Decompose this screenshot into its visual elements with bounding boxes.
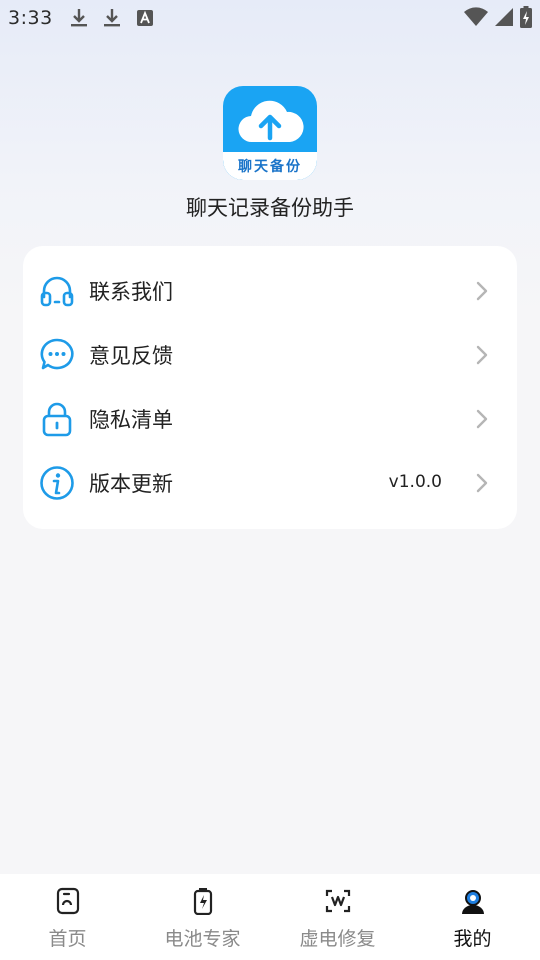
download-icon	[103, 8, 121, 32]
info-icon	[40, 466, 74, 500]
battery-charging-icon	[520, 6, 532, 32]
nav-label: 我的	[453, 928, 492, 950]
status-bar: 3:33	[0, 0, 540, 36]
chat-bubble-icon	[40, 338, 74, 370]
chevron-right-icon	[476, 281, 488, 301]
signal-icon	[494, 7, 514, 31]
app-name: 聊天记录备份助手	[186, 196, 354, 220]
logo-text: 聊天备份	[238, 159, 302, 175]
profile-icon	[462, 890, 484, 914]
nav-tab-mine[interactable]: 我的	[405, 874, 540, 960]
chevron-right-icon	[476, 409, 488, 429]
battery-icon	[193, 888, 213, 915]
headset-icon	[40, 276, 74, 307]
nav-label: 电池专家	[164, 928, 241, 950]
app-logo: 聊天备份	[223, 86, 317, 180]
scan-repair-icon	[325, 889, 351, 913]
bottom-navigation: 首页 电池专家 虚电修复 我的	[0, 874, 540, 960]
a-notification-icon	[137, 10, 153, 30]
status-time: 3:33	[8, 7, 53, 29]
nav-label: 虚电修复	[299, 928, 376, 950]
menu-item-version-update[interactable]: 版本更新 v1.0.0	[23, 451, 517, 515]
settings-menu-card: 联系我们 意见反馈 隐私清单 版本更新 v1.0.0	[23, 246, 517, 529]
menu-item-feedback[interactable]: 意见反馈	[23, 323, 517, 387]
nav-tab-battery-expert[interactable]: 电池专家	[135, 874, 270, 960]
menu-label: 联系我们	[89, 280, 173, 304]
wifi-icon	[464, 7, 488, 31]
home-icon	[56, 887, 80, 915]
menu-item-contact-us[interactable]: 联系我们	[23, 259, 517, 323]
logo-band: 聊天备份	[223, 152, 317, 180]
menu-label: 版本更新	[89, 472, 173, 496]
nav-tab-virtual-repair[interactable]: 虚电修复	[270, 874, 405, 960]
cloud-upload-icon	[238, 100, 304, 143]
download-icon	[70, 8, 88, 32]
nav-label: 首页	[48, 928, 87, 950]
version-value: v1.0.0	[388, 472, 442, 492]
chevron-right-icon	[476, 473, 488, 493]
menu-label: 隐私清单	[89, 408, 173, 432]
chevron-right-icon	[476, 345, 488, 365]
nav-tab-home[interactable]: 首页	[0, 874, 135, 960]
lock-icon	[42, 402, 72, 437]
menu-label: 意见反馈	[89, 344, 173, 368]
menu-item-privacy-list[interactable]: 隐私清单	[23, 387, 517, 451]
